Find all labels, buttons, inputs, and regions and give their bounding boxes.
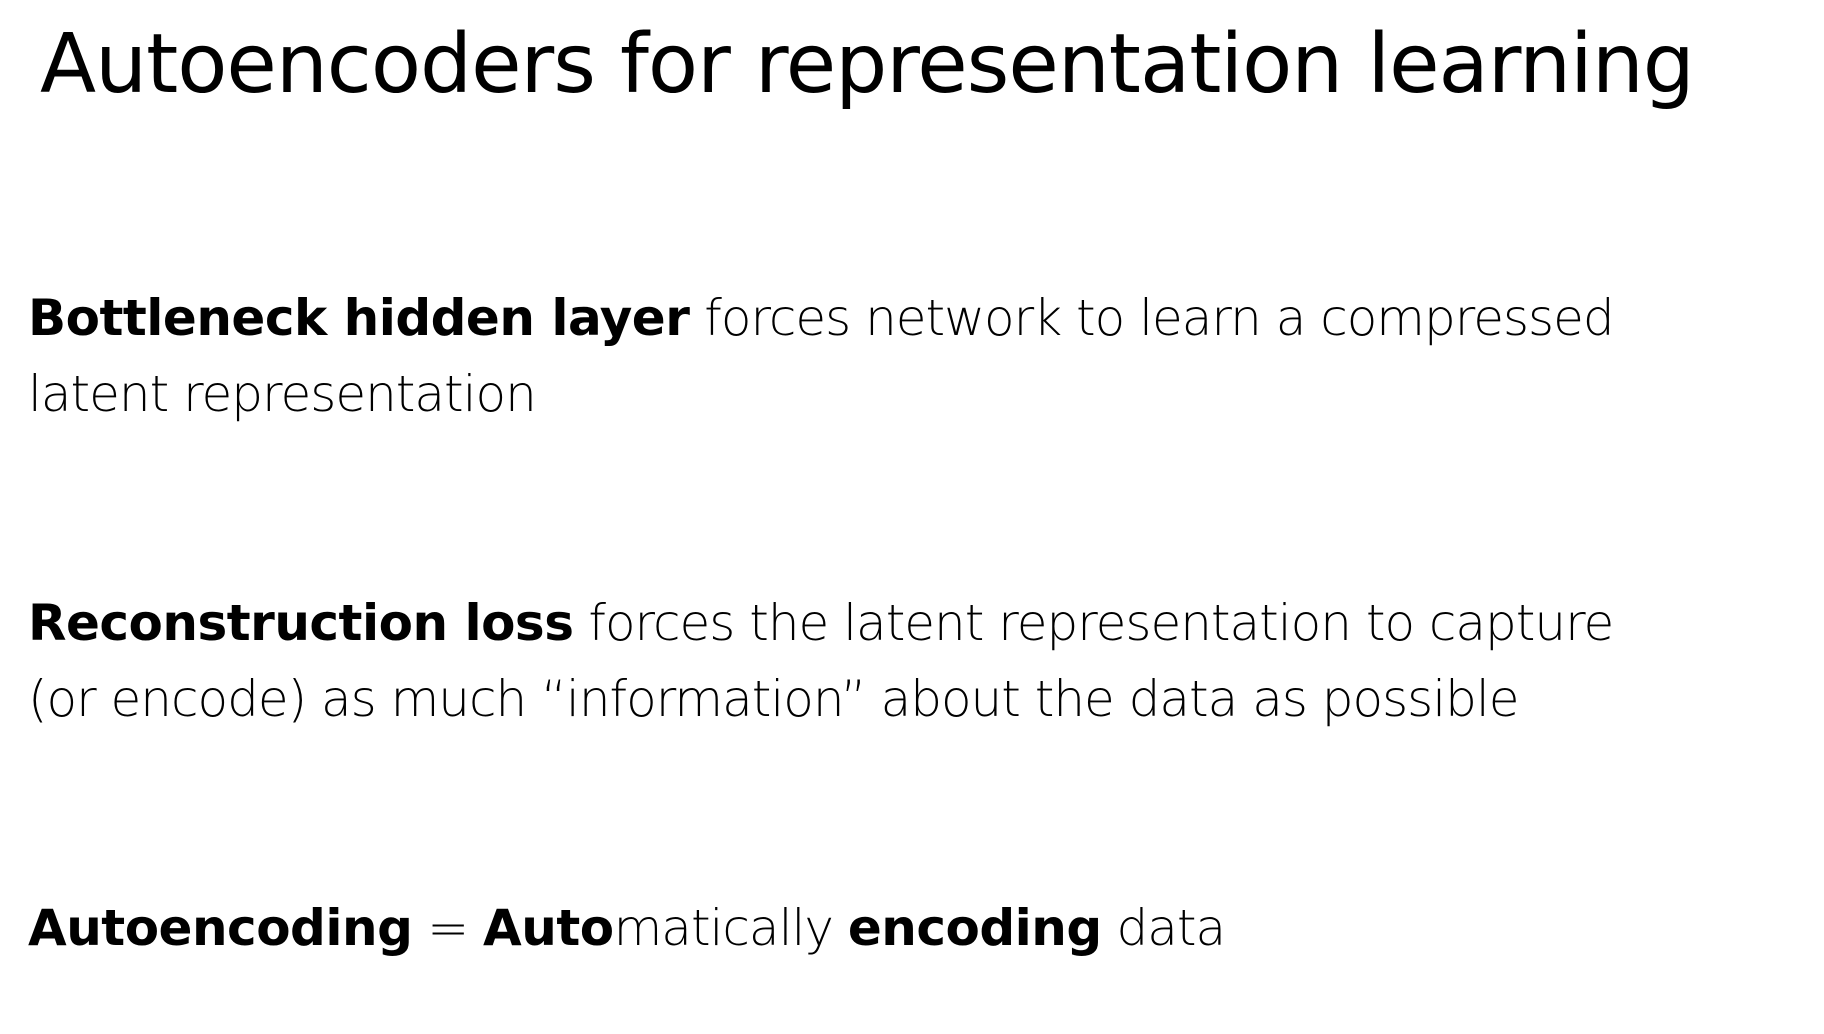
reconstruction-line2-text: (or encode) as much “information” about … (28, 670, 1519, 728)
autoencoding-paragraph: Autoencoding = Automatically encoding da… (28, 890, 1227, 966)
bottleneck-paragraph: Bottleneck hidden layer forces network t… (28, 280, 1615, 432)
reconstruction-paragraph: Reconstruction loss forces the latent re… (28, 585, 1614, 737)
data-text: data (1101, 899, 1227, 957)
bottleneck-line2-text: latent representation (28, 365, 537, 423)
auto-bold: Auto (483, 899, 614, 957)
reconstruction-line1-text: forces the latent representation to capt… (573, 594, 1614, 652)
reconstruction-term: Reconstruction loss (28, 594, 574, 652)
slide: Autoencoders for representation learning… (0, 0, 1824, 1034)
equals-sign: = (412, 899, 484, 957)
bottleneck-term: Bottleneck hidden layer (28, 289, 690, 347)
bottleneck-line1-text: forces network to learn a compressed (689, 289, 1614, 347)
autoencoding-term: Autoencoding (28, 899, 413, 957)
encoding-bold: encoding (847, 899, 1102, 957)
slide-title: Autoencoders for representation learning (40, 17, 1695, 112)
auto-rest-text: matically (613, 899, 848, 957)
